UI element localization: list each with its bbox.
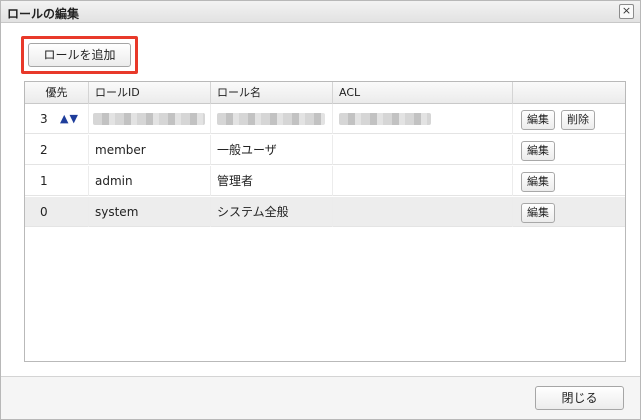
priority-cell: 2 xyxy=(25,135,89,165)
role-name-cell: システム全般 xyxy=(211,197,333,227)
column-header-acl[interactable]: ACL xyxy=(333,82,513,104)
acl-cell xyxy=(333,135,513,165)
priority-cell: 1 xyxy=(25,166,89,196)
role-name-cell xyxy=(211,104,333,134)
close-icon[interactable]: × xyxy=(619,4,634,19)
role-edit-dialog: ロールの編集 × ロールを追加 優先 ロールID ロール名 ACL 3 ▲▼ 編… xyxy=(0,0,641,420)
close-button[interactable]: 閉じる xyxy=(535,386,624,410)
add-role-button[interactable]: ロールを追加 xyxy=(28,43,131,67)
reorder-arrows-icon[interactable]: ▲▼ xyxy=(60,104,79,134)
edit-button[interactable]: 編集 xyxy=(521,172,555,192)
role-id-cell: member xyxy=(89,135,211,165)
priority-value: 3 xyxy=(40,112,48,126)
redacted-role-name xyxy=(217,113,325,125)
role-id-cell: admin xyxy=(89,166,211,196)
priority-cell: 0 xyxy=(25,197,89,227)
actions-cell: 編集 xyxy=(513,166,625,196)
edit-button[interactable]: 編集 xyxy=(521,110,555,130)
table-row[interactable]: 2 member 一般ユーザ 編集 xyxy=(25,135,625,165)
table-row[interactable]: 1 admin 管理者 編集 xyxy=(25,166,625,196)
delete-button[interactable]: 削除 xyxy=(561,110,595,130)
column-header-role-id[interactable]: ロールID xyxy=(89,82,211,104)
role-name-cell: 一般ユーザ xyxy=(211,135,333,165)
actions-cell: 編集 xyxy=(513,135,625,165)
acl-cell xyxy=(333,104,513,134)
actions-cell: 編集 削除 xyxy=(513,104,625,134)
actions-cell: 編集 xyxy=(513,197,625,227)
edit-button[interactable]: 編集 xyxy=(521,141,555,161)
redacted-acl xyxy=(339,113,431,125)
column-header-priority[interactable]: 優先 xyxy=(25,82,89,104)
roles-table: 優先 ロールID ロール名 ACL 3 ▲▼ 編集 削除 2 member 一般… xyxy=(24,81,626,362)
priority-cell: 3 ▲▼ xyxy=(25,104,89,134)
table-row-selected[interactable]: 0 system システム全般 編集 xyxy=(25,197,625,227)
role-id-cell: system xyxy=(89,197,211,227)
table-header: 優先 ロールID ロール名 ACL xyxy=(25,82,625,104)
role-id-cell xyxy=(89,104,211,134)
edit-button[interactable]: 編集 xyxy=(521,203,555,223)
dialog-footer: 閉じる xyxy=(1,376,640,419)
role-name-cell: 管理者 xyxy=(211,166,333,196)
dialog-title: ロールの編集 xyxy=(7,7,80,21)
column-header-actions xyxy=(513,82,625,104)
acl-cell xyxy=(333,197,513,227)
acl-cell xyxy=(333,166,513,196)
table-row[interactable]: 3 ▲▼ 編集 削除 xyxy=(25,104,625,134)
add-role-highlight: ロールを追加 xyxy=(21,36,138,74)
column-header-role-name[interactable]: ロール名 xyxy=(211,82,333,104)
dialog-titlebar: ロールの編集 × xyxy=(1,1,640,23)
redacted-role-id xyxy=(93,113,205,125)
